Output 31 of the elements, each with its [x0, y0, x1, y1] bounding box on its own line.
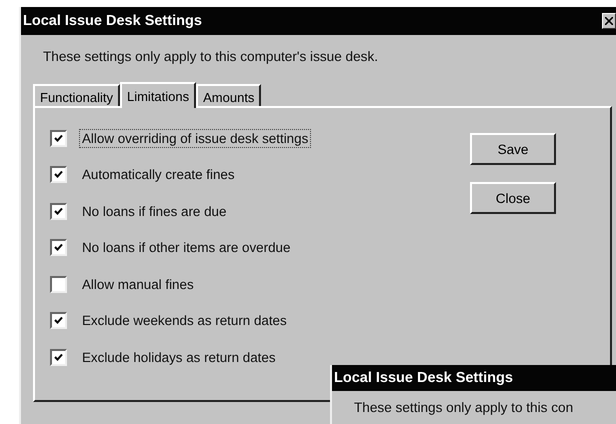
description-text: These settings only apply to this computer's issue desk. — [43, 49, 380, 64]
check-icon — [54, 170, 63, 179]
checkbox-label[interactable]: Exclude weekends as return dates — [79, 311, 290, 330]
checkbox[interactable] — [50, 348, 67, 366]
check-icon — [54, 206, 63, 216]
tab[interactable]: Functionality — [33, 84, 120, 106]
close-button[interactable] — [602, 13, 616, 29]
close-button[interactable]: Close — [470, 182, 556, 214]
check-icon — [54, 243, 63, 252]
checkbox[interactable] — [50, 130, 67, 146]
check-icon — [54, 134, 63, 142]
checkbox-label[interactable]: No loans if fines are due — [79, 202, 230, 220]
checkbox[interactable] — [50, 276, 67, 292]
checkbox[interactable] — [50, 166, 67, 183]
checkbox-label[interactable]: No loans if other items are overdue — [79, 238, 294, 257]
checkbox[interactable] — [50, 202, 67, 220]
checkbox[interactable] — [50, 312, 67, 329]
close-icon — [605, 17, 613, 25]
checkbox-label[interactable]: Allow manual fines — [79, 274, 197, 294]
check-icon — [54, 352, 63, 362]
save-button[interactable]: Save — [470, 133, 556, 165]
window-title: Local Issue Desk Settings — [334, 370, 513, 386]
checkbox-label[interactable]: Automatically create fines — [79, 165, 238, 184]
description-text: These settings only apply to this con — [354, 400, 574, 415]
tab[interactable]: Limitations — [120, 82, 196, 108]
checkbox[interactable] — [50, 239, 67, 256]
window-title: Local Issue Desk Settings — [23, 13, 202, 29]
checkbox-label[interactable]: Exclude holidays as return dates — [79, 348, 279, 366]
checkbox-label[interactable]: Allow overriding of issue desk settings — [79, 128, 312, 148]
check-icon — [54, 316, 63, 325]
tab[interactable]: Amounts — [196, 84, 262, 106]
